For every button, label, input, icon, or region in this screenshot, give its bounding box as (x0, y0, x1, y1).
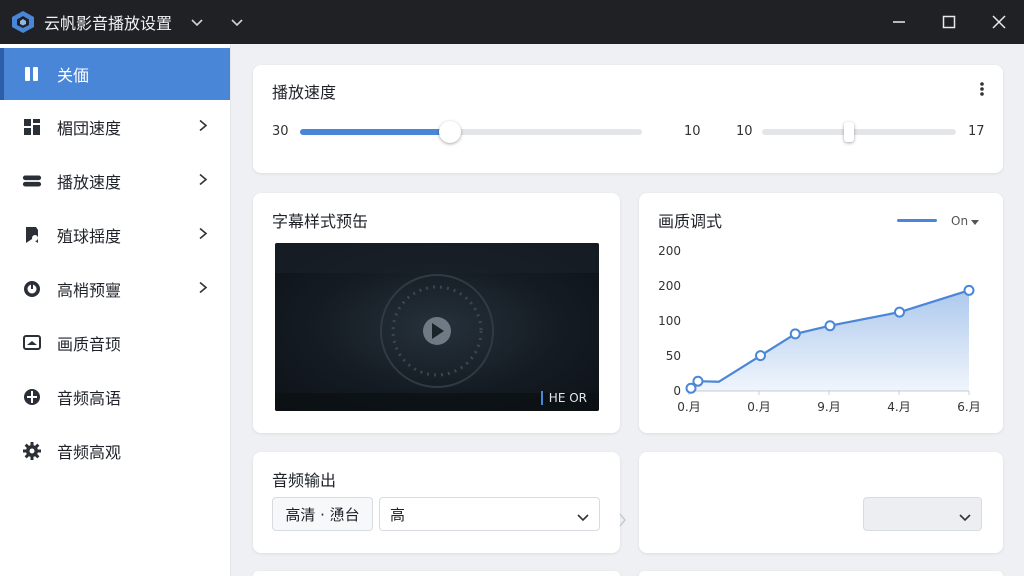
gear-icon (22, 441, 42, 461)
video-quality-badge: HE OR (540, 391, 587, 405)
sidebar-item-label: 高梢预寷 (57, 281, 122, 300)
sidebar-item-label: 播放速度 (57, 173, 122, 192)
speed-slider-fill (300, 129, 451, 135)
extra-settings-card (639, 452, 1003, 553)
slider2-min-label: 10 (736, 124, 753, 139)
slider2-max-label: 17 (968, 124, 985, 139)
bookmark-icon (22, 225, 42, 245)
quality-chart-card: 画质调式 On 0 50 100 200 200 0.月 0.月 9.月 4.月 6.月 (639, 193, 1003, 433)
x-tick-label: 4.月 (887, 400, 910, 414)
maximize-button[interactable] (924, 0, 974, 44)
secondary-slider-thumb[interactable] (844, 122, 855, 142)
subtitle-preview-card: 字幕样式预缶 HE OR (253, 193, 620, 433)
next-card-left (253, 571, 620, 576)
display-icon (22, 333, 42, 353)
card-title: 字幕样式预缶 (272, 212, 369, 231)
audio-quality-select[interactable]: 高 (379, 497, 600, 531)
select-value: 高 (390, 505, 406, 524)
sidebar-item-label: 关偭 (57, 66, 90, 85)
menu-chevron-icon[interactable] (226, 11, 248, 33)
x-tick-label: 0.月 (677, 400, 700, 414)
y-tick-label: 200 (658, 244, 681, 258)
speed-icon (22, 171, 42, 191)
power-icon (22, 279, 42, 299)
sidebar: 关偭 楣団速度 播放速度 殖球揺度 高梢预寷 画质音顼 音频高语 音频高观 (0, 44, 231, 576)
sidebar-item-1[interactable]: 楣団速度 (0, 100, 230, 154)
sidebar-item-2[interactable]: 播放速度 (0, 154, 230, 208)
card-title: 播放速度 (272, 83, 337, 102)
sidebar-item-3[interactable]: 殖球揺度 (0, 208, 230, 262)
sidebar-item-label: 楣団速度 (57, 119, 122, 138)
y-tick-label: 50 (666, 349, 681, 363)
sidebar-item-6[interactable]: 音频高语 (0, 370, 230, 424)
maximize-icon (942, 15, 956, 29)
sidebar-item-label: 音频高观 (57, 443, 122, 462)
sidebar-item-4[interactable]: 高梢预寷 (0, 262, 230, 316)
playback-speed-card: 播放速度 30 10 10 17 (253, 65, 1003, 173)
extra-select[interactable] (863, 497, 982, 531)
data-point[interactable] (692, 375, 704, 387)
x-tick-label: 6.月 (957, 400, 980, 414)
next-card-right (639, 571, 1003, 576)
card-title: 音频输出 (272, 471, 337, 490)
more-options-icon[interactable] (979, 81, 985, 101)
chevron-right-icon (198, 226, 208, 245)
sidebar-item-0[interactable]: 关偭 (0, 48, 230, 100)
compass-icon (22, 387, 42, 407)
sidebar-item-7[interactable]: 音频高观 (0, 424, 230, 478)
minimize-button[interactable] (874, 0, 924, 44)
y-tick-label: 200 (658, 279, 681, 293)
data-point[interactable] (789, 328, 801, 340)
chevron-down-icon (959, 509, 971, 527)
audio-device-chip[interactable]: 高清 · 慂台 (272, 497, 373, 531)
close-button[interactable] (974, 0, 1024, 44)
close-icon (992, 15, 1006, 29)
sidebar-item-5[interactable]: 画质音顼 (0, 316, 230, 370)
sidebar-item-label: 音频高语 (57, 389, 122, 408)
slider-min-label: 30 (272, 124, 289, 139)
speed-slider-thumb[interactable] (439, 121, 462, 143)
y-tick-label: 100 (658, 314, 681, 328)
video-preview[interactable]: HE OR (275, 243, 599, 411)
app-logo-icon (10, 9, 36, 35)
sidebar-item-label: 殖球揺度 (57, 227, 122, 246)
audio-output-card: 音频输出 高清 · 慂台 高 (253, 452, 620, 553)
chevron-right-icon (198, 118, 208, 137)
x-tick-label: 0.月 (747, 400, 770, 414)
speed-slider-track[interactable] (300, 129, 642, 135)
scroll-arrow-icon[interactable] (619, 512, 627, 531)
y-tick-label: 0 (673, 384, 681, 398)
window-title: 云帆影音播放设置 (44, 14, 173, 33)
sidebar-item-label: 画质音顼 (57, 335, 122, 354)
chevron-right-icon (198, 172, 208, 191)
pause-icon (22, 64, 42, 84)
slider-max-label: 10 (684, 124, 701, 139)
grid-icon (22, 117, 42, 137)
minimize-icon (893, 21, 905, 23)
title-dropdown-chevron-icon[interactable] (186, 11, 208, 33)
secondary-slider-track[interactable] (762, 129, 956, 135)
chevron-down-icon (577, 509, 589, 527)
x-tick-label: 9.月 (817, 400, 840, 414)
chevron-right-icon (198, 280, 208, 299)
title-bar: 云帆影音播放设置 (0, 0, 1024, 44)
data-point[interactable] (894, 306, 905, 318)
quality-line-chart: 0 50 100 200 200 0.月 0.月 9.月 4.月 6.月 (658, 244, 981, 414)
series-area (691, 290, 969, 391)
data-point[interactable] (824, 320, 836, 332)
data-point[interactable] (963, 284, 975, 296)
data-point[interactable] (755, 350, 766, 362)
